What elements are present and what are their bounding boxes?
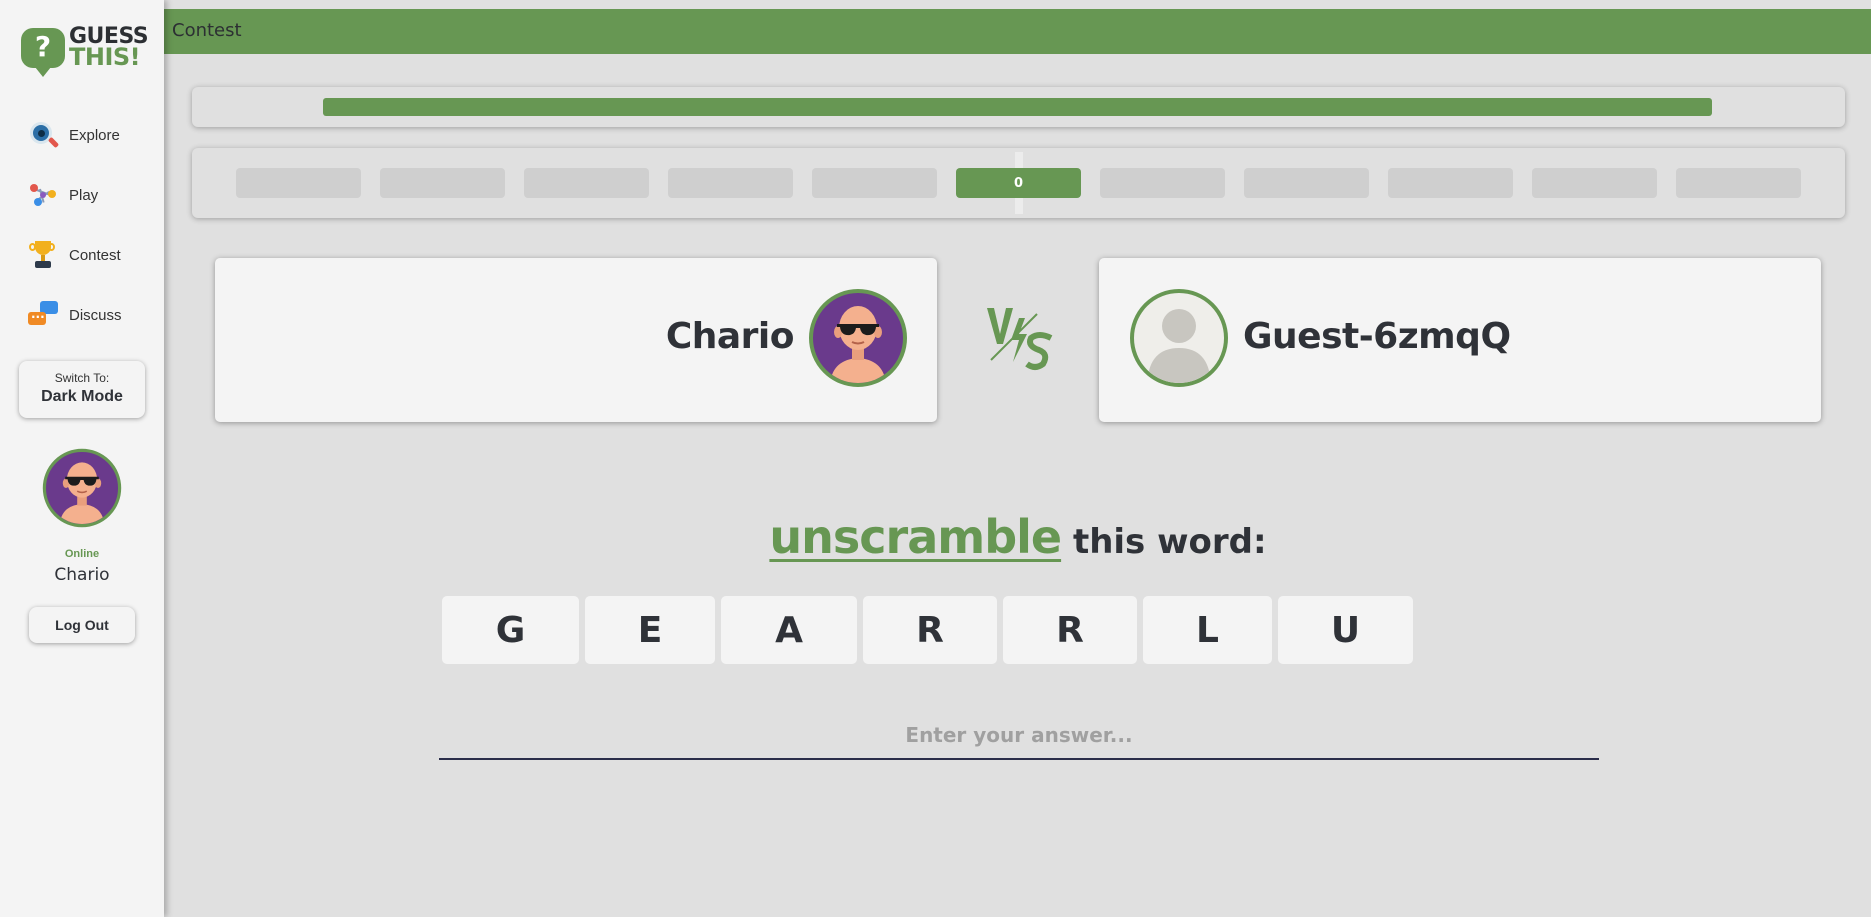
instruction-rest: this word: bbox=[1072, 522, 1267, 562]
sidebar-item-play[interactable]: Play bbox=[0, 165, 164, 225]
logo-line-2: THIS! bbox=[69, 43, 141, 71]
round-slot bbox=[236, 168, 361, 198]
play-icon bbox=[28, 180, 58, 210]
round-slot bbox=[668, 168, 793, 198]
instruction-highlight: unscramble bbox=[769, 510, 1062, 564]
round-slot bbox=[1100, 168, 1225, 198]
round-slot-current: 0 bbox=[956, 168, 1081, 198]
rounds-panel: 0 bbox=[192, 148, 1845, 218]
timer-progress-bar bbox=[323, 98, 1712, 116]
trophy-icon bbox=[28, 240, 58, 270]
letter-tiles: GEARRLU bbox=[442, 596, 1419, 664]
round-slot bbox=[1388, 168, 1513, 198]
round-slot bbox=[524, 168, 649, 198]
letter-tile[interactable]: L bbox=[1143, 596, 1272, 664]
versus-icon bbox=[983, 304, 1055, 374]
player-name: Guest-6zmqQ bbox=[1243, 316, 1511, 357]
mode-switch-label: Dark Mode bbox=[41, 388, 123, 405]
sidebar-item-contest[interactable]: Contest bbox=[0, 225, 164, 285]
sidebar-item-label: Discuss bbox=[69, 306, 122, 324]
mode-switch-caption: Switch To: bbox=[54, 371, 110, 385]
logo-symbol: ? bbox=[34, 30, 52, 63]
dark-mode-toggle-button[interactable]: Switch To: Dark Mode bbox=[19, 361, 145, 418]
letter-tile[interactable]: G bbox=[442, 596, 579, 664]
guest-avatar bbox=[1129, 288, 1229, 388]
letter-tile[interactable]: A bbox=[721, 596, 857, 664]
logout-button[interactable]: Log Out bbox=[29, 607, 135, 643]
answer-input[interactable] bbox=[439, 712, 1599, 760]
player-avatar bbox=[808, 288, 908, 388]
user-avatar[interactable] bbox=[42, 448, 122, 528]
player-card-self: Chario bbox=[215, 258, 937, 422]
sidebar-item-label: Contest bbox=[69, 246, 121, 264]
sidebar-nav: Explore Play Contest ... Discuss bbox=[0, 105, 164, 345]
sidebar-item-explore[interactable]: Explore bbox=[0, 105, 164, 165]
letter-tile[interactable]: U bbox=[1278, 596, 1413, 664]
letter-tile[interactable]: R bbox=[863, 596, 997, 664]
sidebar: ? GUESS THIS! Explore Play Contest ... D… bbox=[0, 0, 164, 917]
round-slot bbox=[1532, 168, 1657, 198]
sidebar-item-label: Explore bbox=[69, 126, 120, 144]
chat-icon bbox=[28, 300, 58, 330]
round-slot bbox=[1676, 168, 1801, 198]
letter-tile[interactable]: E bbox=[585, 596, 715, 664]
user-name: Chario bbox=[54, 565, 110, 585]
rounds-list: 0 bbox=[236, 168, 1801, 198]
explore-icon bbox=[28, 120, 60, 150]
round-slot bbox=[812, 168, 937, 198]
sidebar-item-label: Play bbox=[69, 186, 99, 204]
user-status: Online bbox=[64, 548, 100, 560]
page-header: Contest bbox=[164, 9, 1871, 54]
letter-tile[interactable]: R bbox=[1003, 596, 1137, 664]
puzzle-instruction: unscramble this word: bbox=[0, 510, 1871, 564]
page-title: Contest bbox=[172, 20, 242, 41]
timer-panel bbox=[192, 87, 1845, 127]
logo-text: GUESS THIS! bbox=[69, 26, 149, 71]
round-slot bbox=[380, 168, 505, 198]
sidebar-item-discuss[interactable]: Discuss bbox=[0, 285, 164, 345]
app-logo[interactable]: ? GUESS THIS! bbox=[21, 26, 149, 77]
player-name: Chario bbox=[665, 316, 795, 357]
round-slot bbox=[1244, 168, 1369, 198]
player-card-opponent: Guest-6zmqQ bbox=[1099, 258, 1821, 422]
